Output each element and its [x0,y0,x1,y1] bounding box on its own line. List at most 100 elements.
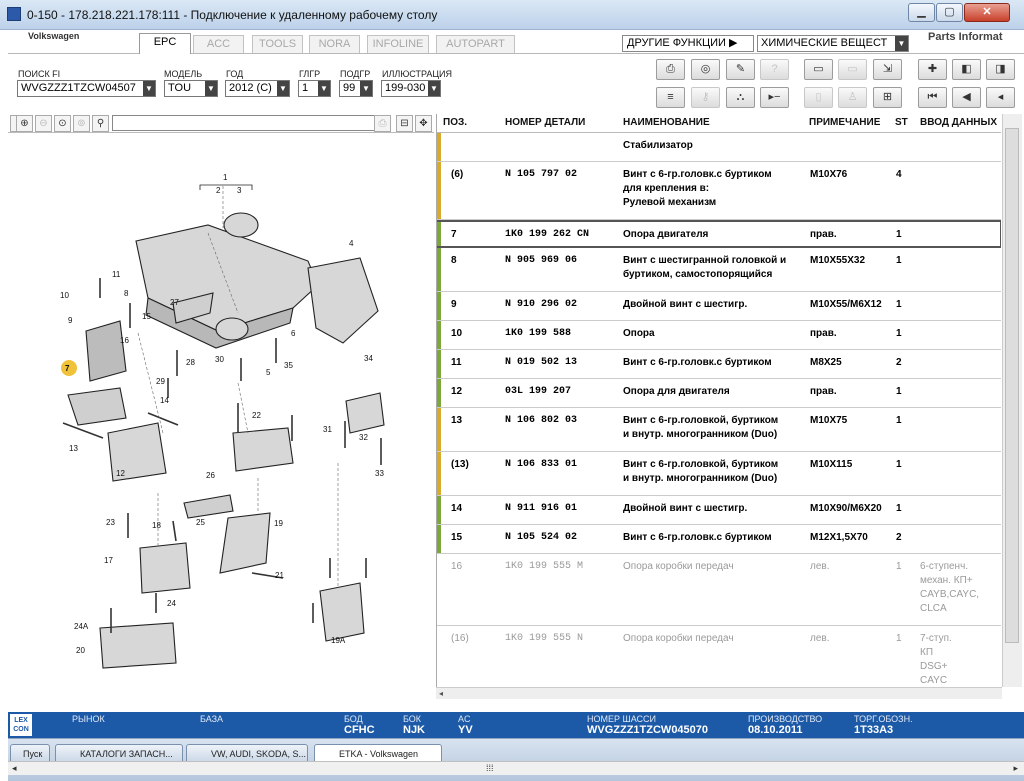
callout-label[interactable]: 17 [104,556,113,565]
callout-label[interactable]: 30 [215,355,224,364]
tab-epc[interactable]: EPC [139,33,191,54]
search-fi-select[interactable]: WVGZZZ1TZCW04507 ▼ [17,80,156,97]
table-row[interactable]: Стабилизатор [437,133,1001,162]
desktop-horizontal-scrollbar[interactable]: ◂ ⁞⁞⁞ ▸ [8,761,1024,775]
callout-label[interactable]: 35 [284,361,293,370]
zoom-fit-icon[interactable]: ⊙ [54,115,71,132]
zoom-area-icon[interactable]: ⊚ [73,115,90,132]
table-row[interactable]: 15 N 105 524 02 Винт с 6-гр.головк.с бурти… [437,525,1001,554]
table-row[interactable]: 14 N 911 916 01 Двойной винт с шестигр. M10… [437,496,1001,525]
glgr-select[interactable]: 1 ▼ [298,80,331,97]
col-part-header[interactable]: НОМЕР ДЕТАЛИ [505,117,585,128]
table-horizontal-scrollbar[interactable]: ◂ [436,687,1002,699]
maximize-button[interactable]: ▢ [936,3,963,22]
people-icon[interactable]: ♙ [838,87,867,108]
callout-label[interactable]: 1 [223,173,228,182]
col-st-header[interactable]: ST [895,117,908,128]
scroll-right-icon[interactable]: ▸ [1013,762,1018,775]
callout-label[interactable]: 2 [216,186,221,195]
callout-label[interactable]: 13 [69,444,78,453]
table-row[interactable]: (13) N 106 833 01 Винт с 6-гр.головкой, бу… [437,452,1001,496]
scroll-left-icon[interactable]: ◂ [12,762,17,775]
callout-label[interactable]: 29 [156,377,165,386]
dropdown-arrow-icon[interactable]: ▼ [277,81,289,96]
callout-label[interactable]: 19A [331,636,346,645]
table-row[interactable]: 11 N 019 502 13 Винт с 6-гр.головк.с бурти… [437,350,1001,379]
prev-icon[interactable]: ◀ [952,87,981,108]
first-icon[interactable]: ⏮ [918,87,947,108]
col-pos-header[interactable]: ПОЗ. [443,117,467,128]
callout-label[interactable]: 28 [186,358,195,367]
table-row[interactable]: (16) 1K0 199 555 N Опора коробки передач ле… [437,626,1001,687]
callout-label[interactable]: 26 [206,471,215,480]
printer-icon[interactable]: ⎙ [656,59,685,80]
dropdown-arrow-icon[interactable]: ▼ [143,81,155,96]
dropdown-arrow-icon[interactable]: ▼ [360,81,372,96]
table-row[interactable]: 12 03L 199 207 Опора для двигателя прав. 1 [437,379,1001,408]
callout-label[interactable]: 25 [196,518,205,527]
callout-label[interactable]: 18 [152,521,161,530]
table-row[interactable]: 13 N 106 802 03 Винт с 6-гр.головкой, бурт… [437,408,1001,452]
next-list-icon[interactable]: ◨ [986,59,1015,80]
tab-acc[interactable]: ACC [193,35,244,53]
callout-label[interactable]: 4 [349,239,354,248]
callout-label[interactable]: 8 [124,289,129,298]
callout-label[interactable]: 21 [275,571,284,580]
dropdown-arrow-icon[interactable]: ▼ [428,81,440,96]
zoom-out-icon[interactable]: ⊖ [35,115,52,132]
callout-label[interactable]: 3 [237,186,242,195]
back-icon[interactable]: ◂ [986,87,1015,108]
key-icon[interactable]: ⚷ [691,87,720,108]
col-data-header[interactable]: ВВОД ДАННЫХ [920,117,997,128]
callout-label[interactable]: 32 [359,433,368,442]
year-select[interactable]: 2012 (C) ▼ [225,80,290,97]
callout-label[interactable]: 34 [364,354,373,363]
cart-arrow-icon[interactable]: ⇲ [873,59,902,80]
callout-label[interactable]: 31 [323,425,332,434]
tab-autopart[interactable]: AUTOPART [436,35,515,53]
callout-label[interactable]: 23 [106,518,115,527]
table-vertical-scrollbar[interactable] [1002,114,1022,687]
tab-tools[interactable]: TOOLS [252,35,303,53]
callout-label[interactable]: 24 [167,599,176,608]
phone-icon[interactable]: ▯ [804,87,833,108]
callout-label[interactable]: 12 [116,469,125,478]
play-minus-icon[interactable]: ▸− [760,87,789,108]
illustration-search-input[interactable] [112,115,376,131]
price-tag-icon[interactable]: ✎ [726,59,755,80]
callout-label[interactable]: 24A [74,622,89,631]
pin-icon[interactable]: ✚ [918,59,947,80]
magnifier-icon[interactable]: ⚲ [92,115,109,132]
parts-info-label[interactable]: Parts Informat [928,31,1003,43]
elsa-icon[interactable]: ▭ [804,59,833,80]
print-view-icon[interactable]: ⎙ [374,115,391,132]
depot-icon[interactable]: ▭ [838,59,867,80]
move-icon[interactable]: ✥ [415,115,432,132]
callout-label[interactable]: 16 [120,336,129,345]
tab-infoline[interactable]: INFOLINE [367,35,429,53]
disc-icon[interactable]: ◎ [691,59,720,80]
minimize-button[interactable]: ▁ [908,3,935,22]
chemicals-select[interactable]: ХИМИЧЕСКИЕ ВЕЩЕСТ ▼ [757,35,909,52]
table-row[interactable]: 10 1K0 199 588 Опора прав. 1 [437,321,1001,350]
callout-label[interactable]: 19 [274,519,283,528]
tab-nora[interactable]: NORA [309,35,360,53]
callout-label[interactable]: 22 [252,411,261,420]
table-row[interactable]: 8 N 905 969 06 Винт с шестигранной головко… [437,248,1001,292]
callout-label[interactable]: 5 [266,368,271,377]
cart-icon[interactable]: ⊞ [873,87,902,108]
callout-label[interactable]: 7 [65,364,70,373]
callout-label[interactable]: 10 [60,291,69,300]
zoom-in-icon[interactable]: ⊕ [16,115,33,132]
illustration-select[interactable]: 199-030 ▼ [381,80,441,97]
dropdown-arrow-icon[interactable]: ▼ [895,36,908,51]
callout-label[interactable]: 33 [375,469,384,478]
scroll-grip-icon[interactable]: ⁞⁞⁞ [486,762,494,775]
callout-label[interactable]: 27 [170,298,179,307]
callout-label[interactable]: 14 [160,396,169,405]
callout-label[interactable]: 6 [291,329,296,338]
vehicle-icon[interactable]: ⛬ [726,87,755,108]
table-row[interactable]: (6) N 105 797 02 Винт с 6-гр.головк.с бурт… [437,162,1001,220]
callout-label[interactable]: 15 [142,312,151,321]
help-icon[interactable]: ? [760,59,789,80]
